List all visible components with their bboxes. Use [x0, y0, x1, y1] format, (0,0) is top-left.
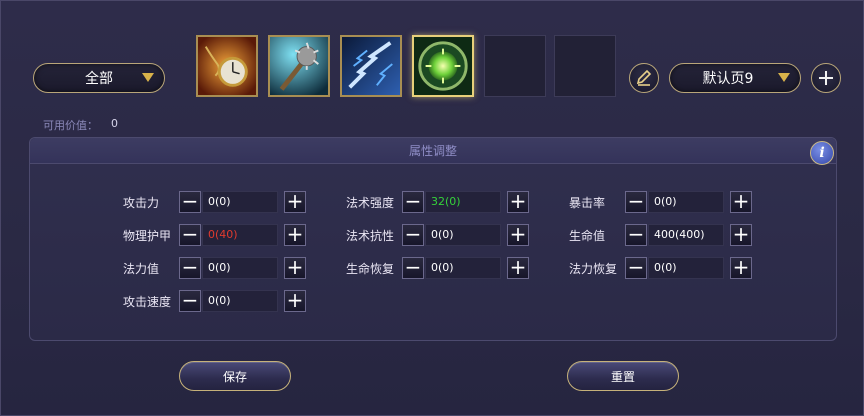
green-orb-amulet-icon [414, 37, 472, 95]
stat-7-value-field[interactable]: 0(0) [425, 257, 501, 279]
stat-2-decrease-button[interactable]: − [625, 191, 647, 213]
stat-0-decrease-button[interactable]: − [179, 191, 201, 213]
stat-4-label: 法术抗性 [346, 229, 395, 243]
stat-6-value-field[interactable]: 0(0) [202, 257, 278, 279]
item-slot-2[interactable] [268, 35, 330, 97]
available-value-label: 可用价值： [43, 119, 98, 132]
stat-9-value-field[interactable]: 0(0) [202, 290, 278, 312]
stat-0-increase-button[interactable]: + [284, 191, 306, 213]
stat-5-increase-button[interactable]: + [730, 224, 752, 246]
stat-8-value-field[interactable]: 0(0) [648, 257, 724, 279]
stat-2-label: 暴击率 [569, 196, 606, 210]
stat-0-value-field[interactable]: 0(0) [202, 191, 278, 213]
stat-2-value-field[interactable]: 0(0) [648, 191, 724, 213]
stat-6-increase-button[interactable]: + [284, 257, 306, 279]
stat-8-increase-button[interactable]: + [730, 257, 752, 279]
chevron-down-icon [778, 73, 790, 82]
stat-8-label: 法力恢复 [569, 262, 618, 276]
stat-7-decrease-button[interactable]: − [402, 257, 424, 279]
window-frame: 全部 默认页9 可用价值： 0 属性调整 i 攻击力 − 0(0) + 法术强度… [0, 0, 864, 416]
stat-3-increase-button[interactable]: + [284, 224, 306, 246]
save-button[interactable]: 保存 [179, 361, 291, 391]
chevron-down-icon [142, 73, 154, 82]
stat-3-decrease-button[interactable]: − [179, 224, 201, 246]
stat-5-label: 生命值 [569, 229, 606, 243]
item-slot-5-empty[interactable] [484, 35, 546, 97]
spiked-mace-icon [270, 37, 328, 95]
stat-1-decrease-button[interactable]: − [402, 191, 424, 213]
item-slot-3[interactable] [340, 35, 402, 97]
reset-button[interactable]: 重置 [567, 361, 679, 391]
panel-title: 属性调整 [30, 138, 836, 164]
page-dropdown[interactable]: 默认页9 [669, 63, 801, 93]
stat-6-decrease-button[interactable]: − [179, 257, 201, 279]
stat-4-increase-button[interactable]: + [507, 224, 529, 246]
item-slot-1[interactable] [196, 35, 258, 97]
category-dropdown[interactable]: 全部 [33, 63, 165, 93]
stat-9-label: 攻击速度 [123, 295, 172, 309]
add-page-button[interactable] [811, 63, 841, 93]
pocket-watch-icon [198, 37, 256, 95]
stat-4-decrease-button[interactable]: − [402, 224, 424, 246]
stat-1-increase-button[interactable]: + [507, 191, 529, 213]
stat-3-label: 物理护甲 [123, 229, 172, 243]
stat-3-value-field[interactable]: 0(40) [202, 224, 278, 246]
stat-6-label: 法力值 [123, 262, 160, 276]
stat-0-label: 攻击力 [123, 196, 160, 210]
page-dropdown-value: 默认页9 [702, 71, 754, 87]
item-slot-4[interactable] [412, 35, 474, 97]
stat-8-decrease-button[interactable]: − [625, 257, 647, 279]
stat-4-value-field[interactable]: 0(0) [425, 224, 501, 246]
stat-7-label: 生命恢复 [346, 262, 395, 276]
pencil-icon [636, 69, 652, 86]
edit-button[interactable] [629, 63, 659, 93]
stat-2-increase-button[interactable]: + [730, 191, 752, 213]
stat-9-decrease-button[interactable]: − [179, 290, 201, 312]
stat-5-decrease-button[interactable]: − [625, 224, 647, 246]
available-value: 0 [111, 117, 118, 130]
plus-icon [819, 71, 833, 85]
stat-1-label: 法术强度 [346, 196, 395, 210]
lightning-chain-icon [342, 37, 400, 95]
info-icon[interactable]: i [810, 141, 834, 165]
stat-9-increase-button[interactable]: + [284, 290, 306, 312]
stat-7-increase-button[interactable]: + [507, 257, 529, 279]
category-dropdown-value: 全部 [85, 71, 113, 87]
stat-5-value-field[interactable]: 400(400) [648, 224, 724, 246]
item-slot-6-empty[interactable] [554, 35, 616, 97]
stat-1-value-field[interactable]: 32(0) [425, 191, 501, 213]
